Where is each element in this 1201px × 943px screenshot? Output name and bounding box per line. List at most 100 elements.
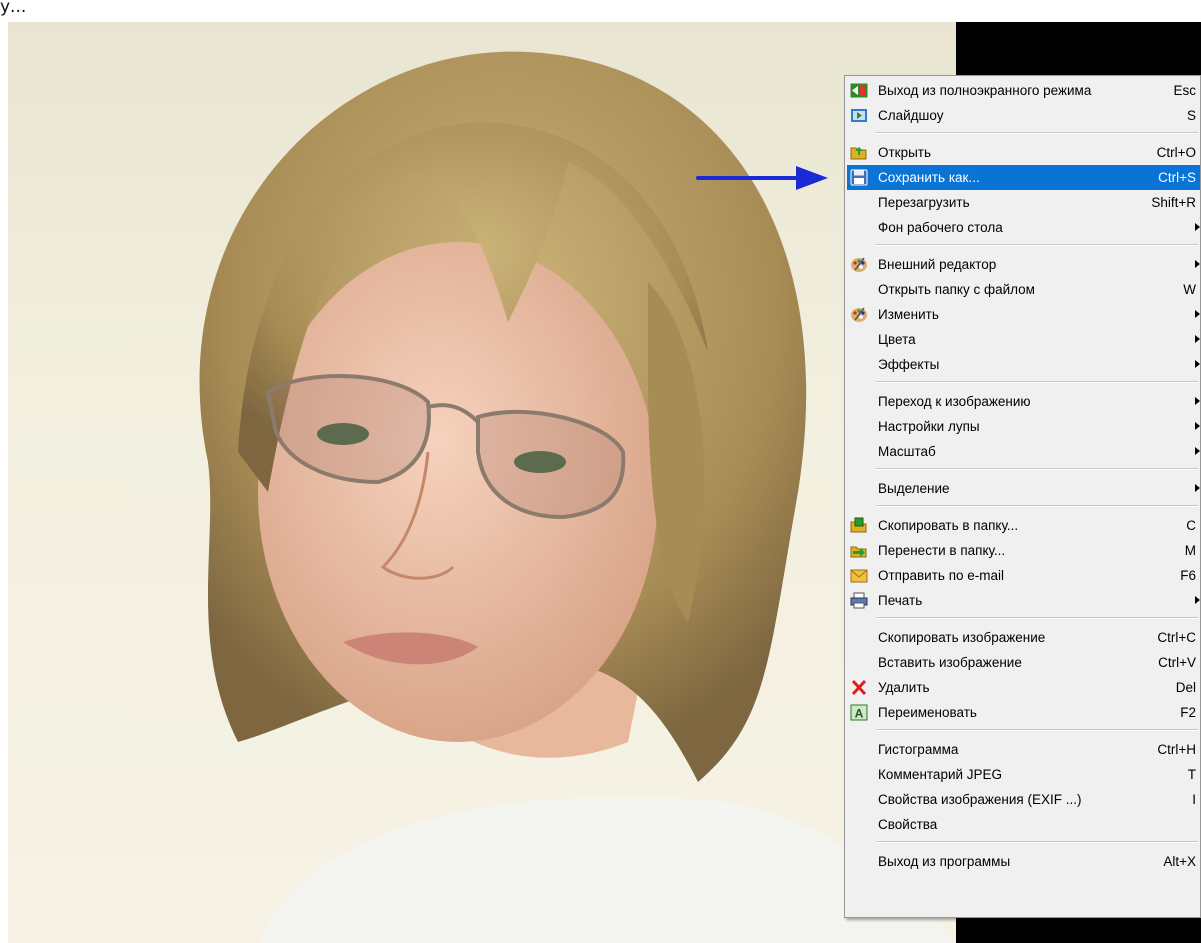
menu-item-label: Открыть: [878, 145, 932, 160]
exit-fullscreen-icon: [850, 82, 868, 99]
slideshow-icon: [850, 107, 868, 124]
context-menu: Выход из полноэкранного режима Esc Слайдшо…: [844, 75, 1201, 918]
menu-item-shortcut: Shift+R: [1151, 195, 1196, 210]
menu-item-21[interactable]: Вставить изображение Ctrl+V: [847, 650, 1200, 675]
menu-item-23[interactable]: A Переименовать F2: [847, 700, 1200, 725]
menu-item-shortcut: Ctrl+V: [1158, 655, 1196, 670]
menu-item-9[interactable]: Изменить: [847, 302, 1200, 327]
menu-item-shortcut: F6: [1180, 568, 1196, 583]
menu-item-label: Выход из программы: [878, 854, 1011, 869]
menu-item-18[interactable]: Отправить по e-mail F6: [847, 563, 1200, 588]
portrait-illustration: [199, 51, 956, 943]
open-folder-icon: [850, 144, 868, 161]
submenu-arrow-icon: [1195, 484, 1200, 492]
menu-item-19[interactable]: Печать: [847, 588, 1200, 613]
submenu-arrow-icon: [1195, 447, 1200, 455]
instruction-caption: у...: [0, 0, 1201, 22]
menu-item-11[interactable]: Эффекты: [847, 352, 1200, 377]
menu-item-shortcut: Alt+X: [1163, 854, 1196, 869]
menu-item-25[interactable]: Комментарий JPEG T: [847, 762, 1200, 787]
delete-icon: [850, 679, 868, 696]
menu-item-label: Переход к изображению: [878, 394, 1031, 409]
menu-separator: [876, 505, 1198, 507]
menu-item-label: Сохранить как...: [878, 170, 980, 185]
menu-separator: [876, 244, 1198, 246]
menu-item-label: Настройки лупы: [878, 419, 980, 434]
menu-item-label: Внешний редактор: [878, 257, 997, 272]
menu-item-2[interactable]: Слайдшоу S: [847, 103, 1200, 128]
menu-item-1[interactable]: Выход из полноэкранного режима Esc: [847, 78, 1200, 103]
menu-item-shortcut: C: [1186, 518, 1196, 533]
menu-item-label: Свойства изображения (EXIF ...): [878, 792, 1082, 807]
menu-item-12[interactable]: Переход к изображению: [847, 389, 1200, 414]
menu-item-label: Гистограмма: [878, 742, 959, 757]
submenu-arrow-icon: [1195, 596, 1200, 604]
menu-item-3[interactable]: Открыть Ctrl+O: [847, 140, 1200, 165]
menu-item-label: Фон рабочего стола: [878, 220, 1003, 235]
menu-item-17[interactable]: Перенести в папку... M: [847, 538, 1200, 563]
menu-item-13[interactable]: Настройки лупы: [847, 414, 1200, 439]
copy-to-folder-icon: [850, 517, 868, 534]
menu-item-7[interactable]: Внешний редактор: [847, 252, 1200, 277]
menu-item-4[interactable]: Сохранить как... Ctrl+S: [847, 165, 1200, 190]
palette-icon: [850, 306, 868, 323]
menu-item-shortcut: Ctrl+O: [1156, 145, 1196, 160]
menu-item-shortcut: M: [1184, 543, 1196, 558]
save-icon: [850, 169, 868, 186]
menu-item-8[interactable]: Открыть папку с файлом W: [847, 277, 1200, 302]
photo-portrait: [8, 22, 956, 943]
menu-item-shortcut: F2: [1180, 705, 1196, 720]
menu-item-label: Открыть папку с файлом: [878, 282, 1035, 297]
menu-separator: [876, 729, 1198, 731]
menu-item-6[interactable]: Фон рабочего стола: [847, 215, 1200, 240]
menu-separator: [876, 468, 1198, 470]
menu-separator: [876, 381, 1198, 383]
menu-item-shortcut: S: [1186, 108, 1196, 123]
menu-item-20[interactable]: Скопировать изображение Ctrl+C: [847, 625, 1200, 650]
menu-item-shortcut: W: [1183, 282, 1196, 297]
menu-item-label: Изменить: [878, 307, 939, 322]
move-to-folder-icon: [850, 542, 868, 559]
menu-item-label: Цвета: [878, 332, 916, 347]
email-icon: [850, 567, 868, 584]
submenu-arrow-icon: [1195, 397, 1200, 405]
menu-item-28[interactable]: Выход из программы Alt+X: [847, 849, 1200, 874]
menu-item-26[interactable]: Свойства изображения (EXIF ...) I: [847, 787, 1200, 812]
menu-item-label: Выход из полноэкранного режима: [878, 83, 1092, 98]
menu-item-shortcut: Ctrl+H: [1157, 742, 1196, 757]
menu-item-15[interactable]: Выделение: [847, 476, 1200, 501]
menu-item-label: Скопировать в папку...: [878, 518, 1019, 533]
printer-icon: [850, 592, 868, 609]
menu-item-label: Вставить изображение: [878, 655, 1022, 670]
svg-text:A: A: [855, 707, 864, 721]
menu-item-shortcut: Ctrl+C: [1157, 630, 1196, 645]
menu-item-label: Удалить: [878, 680, 930, 695]
submenu-arrow-icon: [1195, 310, 1200, 318]
menu-item-10[interactable]: Цвета: [847, 327, 1200, 352]
submenu-arrow-icon: [1195, 335, 1200, 343]
submenu-arrow-icon: [1195, 260, 1200, 268]
menu-item-shortcut: Del: [1175, 680, 1196, 695]
menu-item-label: Отправить по e-mail: [878, 568, 1005, 583]
menu-item-shortcut: I: [1192, 792, 1196, 807]
menu-item-16[interactable]: Скопировать в папку... C: [847, 513, 1200, 538]
menu-item-5[interactable]: Перезагрузить Shift+R: [847, 190, 1200, 215]
menu-item-label: Скопировать изображение: [878, 630, 1046, 645]
menu-item-27[interactable]: Свойства: [847, 812, 1200, 837]
menu-item-shortcut: T: [1187, 767, 1196, 782]
menu-item-label: Слайдшоу: [878, 108, 944, 123]
menu-item-22[interactable]: Удалить Del: [847, 675, 1200, 700]
menu-item-14[interactable]: Масштаб: [847, 439, 1200, 464]
menu-separator: [876, 617, 1198, 619]
palette-icon: [850, 256, 868, 273]
caption-text: у...: [0, 0, 27, 17]
menu-item-24[interactable]: Гистограмма Ctrl+H: [847, 737, 1200, 762]
pointer-arrow: [696, 166, 828, 190]
menu-item-label: Масштаб: [878, 444, 936, 459]
submenu-arrow-icon: [1195, 223, 1200, 231]
submenu-arrow-icon: [1195, 360, 1200, 368]
menu-separator: [876, 841, 1198, 843]
menu-item-shortcut: Ctrl+S: [1158, 170, 1196, 185]
rename-icon: A: [850, 704, 868, 721]
submenu-arrow-icon: [1195, 422, 1200, 430]
